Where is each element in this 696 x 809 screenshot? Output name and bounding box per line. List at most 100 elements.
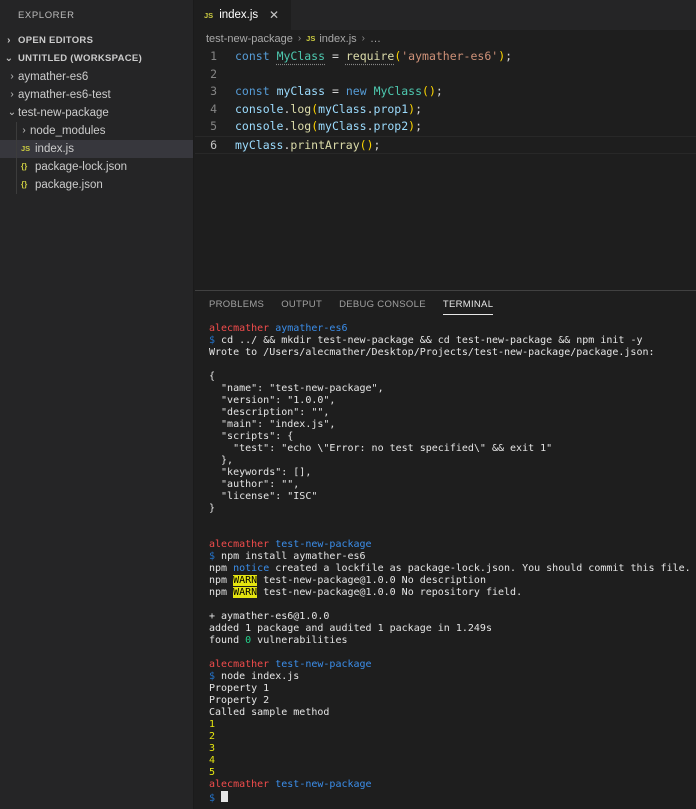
json-file-icon: {} (21, 162, 28, 171)
folder-label: node_modules (30, 125, 106, 137)
close-icon[interactable]: ✕ (269, 8, 279, 22)
terminal-line: Property 2 (209, 695, 270, 706)
terminal-line: { (209, 371, 216, 382)
terminal-line: "scripts": { (209, 431, 294, 442)
chevron-down-icon: ⌄ (4, 53, 14, 64)
terminal-dir: test-new-package (275, 659, 372, 670)
code-token: log (290, 119, 312, 134)
chevron-right-icon: › (7, 35, 11, 46)
code-token: ( (359, 137, 367, 152)
npm-label: npm (209, 587, 228, 598)
breadcrumb-file[interactable]: index.js (319, 30, 356, 48)
terminal-line: $ (209, 791, 696, 803)
terminal-line: alecmather aymather-es6 (209, 323, 696, 335)
code-token: ; (373, 137, 381, 152)
line-number: 2 (210, 66, 217, 81)
indent-guide (16, 122, 17, 194)
terminal-line: $ npm install aymather-es6 (209, 551, 696, 563)
workspace-label: UNTITLED (WORKSPACE) (18, 53, 143, 64)
bottom-panel: PROBLEMS OUTPUT DEBUG CONSOLE TERMINAL a… (195, 290, 696, 809)
tab-output[interactable]: OUTPUT (281, 295, 322, 315)
terminal-command: node index.js (215, 671, 300, 682)
code-editor[interactable]: 1 const MyClass = require('aymather-es6'… (195, 48, 696, 154)
terminal[interactable]: alecmather aymather-es6 $ cd ../ && mkdi… (195, 315, 696, 803)
explorer-sidebar: EXPLORER › OPEN EDITORS ⌄ UNTITLED (WORK… (0, 0, 194, 809)
terminal-user: alecmather (209, 659, 270, 670)
javascript-file-icon: JS (306, 34, 316, 43)
tab-debug-console[interactable]: DEBUG CONSOLE (339, 295, 426, 315)
folder-label: aymather-es6-test (18, 89, 111, 101)
terminal-dir: aymather-es6 (275, 323, 348, 334)
terminal-line: alecmather test-new-package (209, 659, 696, 671)
file-label: package.json (35, 179, 103, 191)
tab-label: index.js (219, 9, 259, 21)
terminal-line: 5 (209, 767, 216, 778)
tab-terminal[interactable]: TERMINAL (442, 295, 494, 315)
code-token: = (331, 84, 339, 99)
code-token: ) (408, 101, 416, 116)
npm-label: npm (209, 563, 228, 574)
terminal-line: Called sample method (209, 707, 330, 718)
code-token: ) (428, 84, 436, 99)
tab-index-js[interactable]: JS index.js ✕ (195, 0, 291, 30)
terminal-line: "author": "", (209, 479, 300, 490)
open-editors-section[interactable]: › OPEN EDITORS (0, 32, 193, 50)
code-token: ) (366, 137, 374, 152)
folder-test-new-package[interactable]: ⌄ test-new-package (0, 104, 193, 122)
folder-aymather-es6[interactable]: › aymather-es6 (0, 68, 193, 86)
npm-warn: WARN (233, 575, 258, 586)
code-token: ; (505, 49, 513, 63)
code-line: 3 const myClass = new MyClass(); (195, 83, 696, 101)
workspace-section[interactable]: ⌄ UNTITLED (WORKSPACE) (0, 50, 193, 68)
file-index-js[interactable]: JS index.js (0, 140, 193, 158)
terminal-user: alecmather (209, 323, 270, 334)
code-token: myClass (318, 119, 367, 134)
terminal-command: npm install aymather-es6 (215, 551, 366, 562)
code-token: = (331, 49, 339, 63)
line-number: 6 (210, 137, 217, 152)
code-token: ( (311, 101, 319, 116)
code-line: 4 console. log(myClass. prop1); (195, 101, 696, 119)
terminal-line: $ node index.js (209, 671, 696, 683)
terminal-line: Wrote to /Users/alecmather/Desktop/Proje… (209, 347, 655, 358)
terminal-line: npm WARN test-new-package@1.0.0 No descr… (209, 575, 696, 587)
code-token: myClass (235, 137, 284, 152)
code-line: 2 (195, 66, 696, 84)
breadcrumb-folder[interactable]: test-new-package (206, 30, 293, 48)
terminal-user: alecmather (209, 539, 270, 550)
npm-warn: WARN (233, 587, 258, 598)
code-token: ( (394, 49, 402, 63)
folder-label: test-new-package (18, 107, 109, 119)
code-token: printArray (290, 137, 360, 152)
terminal-line: "test": "echo \"Error: no test specified… (209, 443, 553, 454)
code-token: myClass (276, 84, 326, 99)
terminal-line: "description": "", (209, 407, 330, 418)
folder-aymather-es6-test[interactable]: › aymather-es6-test (0, 86, 193, 104)
terminal-line: alecmather test-new-package (209, 779, 696, 791)
breadcrumb-more[interactable]: … (370, 30, 381, 48)
breadcrumb: test-new-package › JS index.js › … (195, 30, 696, 48)
terminal-line: $ cd ../ && mkdir test-new-package && cd… (209, 335, 696, 347)
code-token: const (235, 84, 270, 99)
terminal-line: "main": "index.js", (209, 419, 336, 430)
file-package-lock-json[interactable]: {} package-lock.json (0, 158, 193, 176)
code-token: ( (422, 84, 429, 99)
code-token: ; (435, 84, 443, 99)
editor-tab-bar: JS index.js ✕ (195, 0, 696, 30)
file-package-json[interactable]: {} package.json (0, 176, 193, 194)
tab-problems[interactable]: PROBLEMS (209, 295, 264, 315)
chevron-right-icon: › (22, 125, 26, 136)
explorer-title: EXPLORER (18, 10, 75, 21)
terminal-line: Property 1 (209, 683, 270, 694)
json-file-icon: {} (21, 180, 28, 189)
warn-message: test-new-package@1.0.0 No repository fie… (257, 587, 523, 598)
folder-node-modules[interactable]: › node_modules (0, 122, 193, 140)
javascript-file-icon: JS (204, 10, 214, 20)
line-number: 1 (210, 49, 217, 63)
npm-label: npm (209, 575, 228, 586)
